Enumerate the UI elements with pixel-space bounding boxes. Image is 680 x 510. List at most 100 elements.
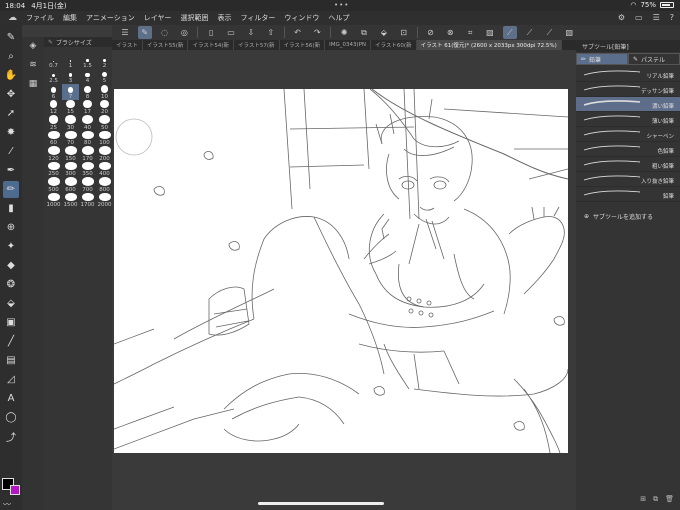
tab-doc[interactable]: イラスト <box>112 40 143 50</box>
subtool-item[interactable]: リアル鉛筆 <box>576 67 680 82</box>
transparent-color-icon[interactable]: 〰 <box>3 499 11 510</box>
add-subtool-button[interactable]: ⊕ サブツールを追加する <box>576 212 680 221</box>
brush-size-option[interactable]: 100 <box>96 130 113 146</box>
pen-icon[interactable]: ✒ <box>3 162 19 179</box>
menu-window[interactable]: ウィンドウ <box>284 13 319 23</box>
brush-size-option[interactable]: 600 <box>62 177 79 193</box>
material-icon[interactable]: ▦ <box>26 77 40 91</box>
fill-icon[interactable]: ⬙ <box>3 295 19 312</box>
decoration-icon[interactable]: ✦ <box>3 238 19 255</box>
menu-toggle-icon[interactable]: ☰ <box>118 26 132 39</box>
subtool-item[interactable]: デッサン鉛筆 <box>576 82 680 97</box>
export-icon[interactable]: ⇧ <box>264 26 278 39</box>
subtool-item[interactable]: 濃い鉛筆 <box>576 97 680 112</box>
tab-doc[interactable]: イラスト56(新 <box>280 40 326 50</box>
layer-panel-icon[interactable]: ◈ <box>26 39 40 53</box>
brush-size-option[interactable]: 170 <box>79 146 96 162</box>
brush-size-option[interactable]: 250 <box>45 161 62 177</box>
brush-size-option[interactable]: 350 <box>79 161 96 177</box>
subtool-item[interactable]: 薄い鉛筆 <box>576 112 680 127</box>
tab-doc-active[interactable]: イラスト 61(復元)* (2600 x 2033px 300dpi 72.5%… <box>416 40 562 50</box>
brush-tool-icon[interactable]: ✎ <box>3 29 19 46</box>
brush-size-option[interactable]: 30 <box>62 115 79 131</box>
save-icon[interactable]: ⇩ <box>244 26 258 39</box>
menu-selection[interactable]: 選択範囲 <box>181 13 209 23</box>
subtool-item[interactable]: シャーペン <box>576 127 680 142</box>
pin-icon[interactable]: ✎ <box>48 39 53 46</box>
brush-size-option[interactable]: 200 <box>96 146 113 162</box>
trash-icon[interactable]: 🗑 <box>665 495 674 504</box>
fill-bucket-icon[interactable]: ⬙ <box>377 26 391 39</box>
eyedropper-icon[interactable]: ⁄ <box>3 143 19 160</box>
brush-size-option[interactable]: 1500 <box>62 192 79 208</box>
brush-size-option[interactable]: 7 <box>62 84 79 100</box>
brush-size-option[interactable]: 1 <box>62 53 79 69</box>
brush-size-option[interactable]: 800 <box>96 177 113 193</box>
redo-icon[interactable]: ↷ <box>310 26 324 39</box>
zoom-icon[interactable]: ⌕ <box>3 48 19 65</box>
move-icon[interactable]: ✥ <box>3 86 19 103</box>
brush-size-option[interactable]: 20 <box>96 99 113 115</box>
auto-select-icon[interactable]: ✸ <box>3 124 19 141</box>
drawing-canvas[interactable] <box>114 89 568 453</box>
tab-doc[interactable]: イラスト60(新 <box>371 40 417 50</box>
open-file-icon[interactable]: ▭ <box>224 26 238 39</box>
crop-icon[interactable]: ⌗ <box>463 26 477 39</box>
undo-icon[interactable]: ↶ <box>291 26 305 39</box>
brush-size-option[interactable]: 5 <box>96 69 113 84</box>
figure-icon[interactable]: ╱ <box>3 333 19 350</box>
blend-icon[interactable]: ❂ <box>3 276 19 293</box>
settings-gear-icon[interactable]: ⚙ <box>618 13 625 22</box>
brush-size-option[interactable]: 120 <box>45 146 62 162</box>
stroke-icon[interactable]: ⟋ <box>523 26 537 39</box>
brush-size-option[interactable]: 700 <box>79 177 96 193</box>
brush-size-option[interactable]: 4 <box>79 69 96 84</box>
brush-size-option[interactable]: 300 <box>62 161 79 177</box>
operation-icon[interactable]: ➚ <box>3 105 19 122</box>
tab-doc[interactable]: イラスト54(新 <box>188 40 234 50</box>
brush-size-option[interactable]: 6 <box>45 84 62 100</box>
subtool-item[interactable]: 入り抜き鉛筆 <box>576 172 680 187</box>
brush-size-option[interactable]: 2000 <box>96 192 113 208</box>
brush-size-option[interactable]: 2 <box>96 53 113 69</box>
app-logo-icon[interactable]: ☁ <box>8 13 17 23</box>
brush-size-option[interactable]: 1700 <box>79 192 96 208</box>
line-icon[interactable]: ⟋ <box>543 26 557 39</box>
transform-icon[interactable]: ⊡ <box>397 26 411 39</box>
brush-size-option[interactable]: 10 <box>96 84 113 100</box>
brush-size-option[interactable]: 25 <box>45 115 62 131</box>
tab-pastel[interactable]: ✎ パステル <box>628 53 680 65</box>
deselect-icon[interactable]: ⊘ <box>424 26 438 39</box>
brush-size-option[interactable]: 3 <box>62 69 79 84</box>
airbrush-icon[interactable]: ⊕ <box>3 219 19 236</box>
brush-size-option[interactable]: 17 <box>79 99 96 115</box>
menu-view[interactable]: 表示 <box>218 13 232 23</box>
sub-color-swatch[interactable] <box>10 485 20 495</box>
select-icon[interactable]: ▨ <box>483 26 497 39</box>
correct-line-icon[interactable]: ⤴ <box>3 428 19 445</box>
menu-layer[interactable]: レイヤー <box>144 13 172 23</box>
new-file-icon[interactable]: ▯ <box>204 26 218 39</box>
brush-size-option[interactable]: 1000 <box>45 192 62 208</box>
pencil-mode-icon[interactable]: ✎ <box>137 26 152 39</box>
brush-icon[interactable]: ▮ <box>3 200 19 217</box>
menu-animation[interactable]: アニメーション <box>86 13 135 23</box>
menu-edit[interactable]: 編集 <box>63 13 77 23</box>
duplicate-icon[interactable]: ⧉ <box>653 495 658 504</box>
lasso-icon[interactable]: ◌ <box>158 26 172 39</box>
subtool-item[interactable]: 色鉛筆 <box>576 142 680 157</box>
menu-filter[interactable]: フィルター <box>241 13 276 23</box>
hamburger-icon[interactable]: ☰ <box>653 13 660 22</box>
new-subtool-icon[interactable]: ⊞ <box>640 495 646 504</box>
menu-help[interactable]: ヘルプ <box>328 13 349 23</box>
brush-size-option[interactable]: 15 <box>62 99 79 115</box>
frame-icon[interactable]: ▤ <box>3 352 19 369</box>
ruler-mode-icon[interactable]: ⟋ <box>502 26 517 39</box>
copy-icon[interactable]: ⧉ <box>357 26 371 39</box>
screen-icon[interactable]: ▭ <box>635 13 643 22</box>
balloon-icon[interactable]: ◯ <box>3 409 19 426</box>
brush-size-option[interactable]: 60 <box>45 130 62 146</box>
tab-doc[interactable]: イラスト55(新 <box>143 40 189 50</box>
subtool-item[interactable]: 鉛筆 <box>576 187 680 202</box>
tab-pencil[interactable]: ✏ 鉛筆 <box>576 53 628 65</box>
